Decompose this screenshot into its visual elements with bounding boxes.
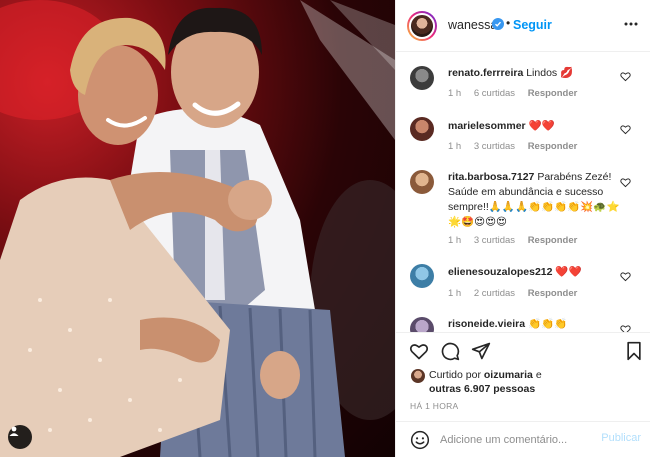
comment-meta: 1 h 2 curtidas Responder: [448, 288, 587, 299]
liker-username[interactable]: oizumaria: [484, 369, 533, 381]
comment-time: 1 h: [448, 141, 462, 152]
photo-illustration: [0, 0, 395, 457]
paper-plane-icon[interactable]: [471, 341, 491, 361]
comment-text: ❤️❤️: [555, 266, 582, 278]
heart-icon[interactable]: [409, 341, 429, 361]
comment-input[interactable]: [440, 430, 590, 450]
commenter-avatar[interactable]: [410, 264, 434, 288]
comment-likes[interactable]: 3 curtidas: [474, 235, 515, 246]
comment-body: risoneide.vieira 👏👏👏: [448, 317, 618, 332]
header-dot-separator: •: [506, 16, 511, 30]
comment-text: Lindos 💋: [526, 67, 574, 79]
comment-like-heart-icon[interactable]: [620, 271, 631, 282]
follow-button[interactable]: Seguir: [513, 18, 552, 32]
commenter-avatar[interactable]: [410, 170, 434, 194]
post-actions: Curtido por oizumaria e outras 6.907 pes…: [396, 332, 650, 422]
verified-badge-icon: [492, 18, 504, 30]
comment-composer: Publicar: [396, 421, 650, 457]
comment-body: renato.ferrreira Lindos 💋: [448, 66, 618, 81]
comment-like-heart-icon[interactable]: [620, 324, 631, 332]
comment-body: rita.barbosa.7127 Parabéns Zezé! Saúde e…: [448, 170, 626, 230]
comment-time: 1 h: [448, 288, 462, 299]
commenter-username[interactable]: renato.ferrreira: [448, 67, 523, 79]
commenter-avatar[interactable]: [410, 317, 434, 332]
likes-and: e: [535, 369, 542, 381]
bookmark-icon[interactable]: [624, 341, 644, 361]
comment-bubble-icon[interactable]: [440, 341, 460, 361]
post-header: wanessa • Seguir: [396, 0, 650, 52]
comment-body: marielesommer ❤️❤️: [448, 119, 618, 134]
comment-likes[interactable]: 6 curtidas: [474, 88, 515, 99]
author-avatar[interactable]: [407, 11, 437, 41]
likes-prefix: Curtido por: [429, 369, 481, 381]
comment-meta: 1 h 3 curtidas Responder: [448, 235, 587, 246]
commenter-username[interactable]: elienesouzalopes212: [448, 266, 552, 278]
commenter-username[interactable]: risoneide.vieira: [448, 318, 525, 330]
comment-like-heart-icon[interactable]: [620, 177, 631, 188]
reply-button[interactable]: Responder: [528, 235, 578, 246]
author-username[interactable]: wanessa: [448, 18, 497, 32]
publish-button[interactable]: Publicar: [601, 432, 641, 444]
reply-button[interactable]: Responder: [528, 141, 578, 152]
comment-like-heart-icon[interactable]: [620, 124, 631, 135]
comment-text: ❤️❤️: [528, 120, 555, 132]
comment-meta: 1 h 3 curtidas Responder: [448, 141, 587, 152]
comment-likes[interactable]: 2 curtidas: [474, 288, 515, 299]
emoji-smile-icon[interactable]: [410, 430, 430, 450]
comment-time: 1 h: [448, 88, 462, 99]
commenter-username[interactable]: rita.barbosa.7127: [448, 171, 534, 183]
comment-text: 👏👏👏: [527, 318, 568, 330]
commenter-avatar[interactable]: [410, 117, 434, 141]
post-timestamp[interactable]: HÁ 1 HORA: [410, 401, 459, 411]
reply-button[interactable]: Responder: [528, 88, 578, 99]
likes-others[interactable]: outras 6.907 pessoas: [429, 383, 535, 395]
commenter-avatar[interactable]: [410, 66, 434, 90]
comment-likes[interactable]: 3 curtidas: [474, 141, 515, 152]
post-side-panel: wanessa • Seguir renato.ferrreira Lindos…: [395, 0, 650, 457]
comment-like-heart-icon[interactable]: [620, 71, 631, 82]
more-horizontal-icon[interactable]: [623, 16, 639, 32]
user-tag-icon[interactable]: [8, 425, 32, 449]
commenter-username[interactable]: marielesommer: [448, 120, 526, 132]
comments-list[interactable]: renato.ferrreira Lindos 💋 1 h 6 curtidas…: [396, 52, 650, 332]
liker-avatar[interactable]: [411, 369, 425, 383]
reply-button[interactable]: Responder: [528, 288, 578, 299]
comment-meta: 1 h 6 curtidas Responder: [448, 88, 587, 99]
comment-time: 1 h: [448, 235, 462, 246]
post-photo[interactable]: [0, 0, 395, 457]
likes-summary: Curtido por oizumaria e outras 6.907 pes…: [429, 368, 629, 396]
comment-body: elienesouzalopes212 ❤️❤️: [448, 265, 618, 280]
